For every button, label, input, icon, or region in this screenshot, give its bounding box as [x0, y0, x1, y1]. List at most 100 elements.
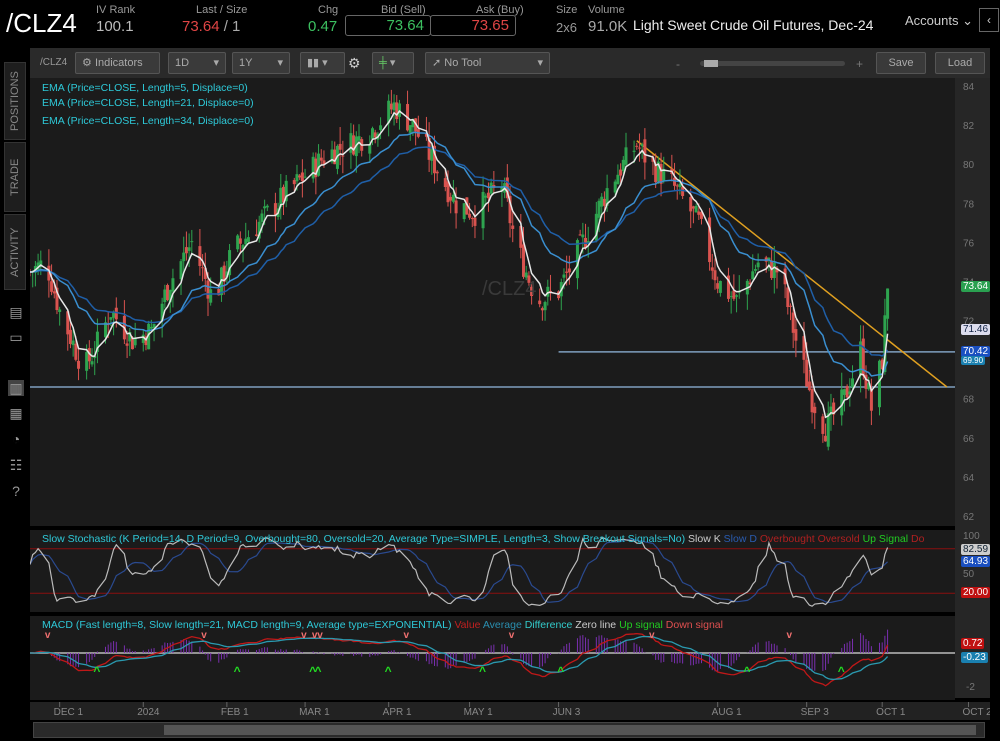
collapse-panel-button[interactable]: ‹ — [979, 8, 999, 32]
candle-body — [184, 247, 188, 254]
candle-body — [691, 206, 695, 209]
zoom-in-button[interactable]: + — [856, 57, 863, 71]
gear-icon[interactable]: ⚙ — [348, 55, 361, 72]
candle-body — [753, 269, 757, 271]
candle-body — [791, 312, 795, 333]
candle-body — [616, 174, 620, 185]
zoom-out-button[interactable]: - — [676, 57, 680, 71]
candle-body — [810, 389, 814, 413]
up-signal-arrow: ^ — [234, 664, 241, 678]
candle-body — [716, 283, 720, 289]
charts-icon[interactable]: ▥ — [8, 380, 24, 396]
candle-body — [462, 203, 466, 220]
candle-body — [379, 125, 383, 131]
macd-study-label[interactable]: MACD (Fast length=8, Slow length=21, MAC… — [42, 619, 723, 631]
candle-body — [624, 147, 628, 165]
date-axis-label: MAR 1 — [299, 707, 330, 718]
tab-positions[interactable]: POSITIONS — [4, 62, 26, 140]
chevron-down-icon: ▾ — [213, 57, 219, 69]
crosshair-icon: ╪ — [379, 57, 387, 69]
candle-body — [187, 247, 191, 251]
candle-body — [443, 178, 447, 188]
candle-body — [578, 234, 582, 236]
help-icon[interactable]: ? — [8, 483, 24, 499]
candle-body — [597, 200, 601, 218]
ask-button[interactable]: 73.65 — [430, 15, 516, 36]
period-select[interactable]: 1Y ▾ — [232, 52, 290, 74]
price-chart[interactable]: 848280787674727068666462DEC 12024FEB 1MA… — [30, 78, 990, 738]
ema21-study-label[interactable]: EMA (Price=CLOSE, Length=21, Displace=0) — [42, 97, 254, 109]
price-axis-tick: 66 — [963, 434, 975, 445]
candle-body — [654, 163, 658, 183]
candle-body — [236, 235, 240, 250]
candle-body — [710, 267, 714, 271]
candle-body — [602, 198, 606, 206]
tab-activity[interactable]: ACTIVITY — [4, 214, 26, 290]
stochastic-study-label[interactable]: Slow Stochastic (K Period=14, D Period=9… — [42, 533, 924, 545]
zoom-slider[interactable] — [700, 60, 845, 67]
candle-body — [166, 285, 170, 301]
save-button[interactable]: Save — [876, 52, 926, 74]
price-axis-tick: 78 — [963, 199, 975, 210]
horizontal-scrollbar[interactable] — [33, 722, 985, 738]
candle-body — [511, 225, 515, 229]
tab-trade[interactable]: TRADE — [4, 142, 26, 212]
flask-icon: ⚙ — [82, 57, 92, 69]
stoch-k-tag: 82.59 — [961, 544, 991, 555]
scrollbar-thumb[interactable] — [164, 725, 976, 735]
grid-icon[interactable]: ▦ — [8, 405, 24, 421]
candle-body — [562, 274, 566, 278]
candle-body — [675, 185, 679, 187]
iv-rank-value: 100.1 — [96, 18, 134, 35]
drawing-style-select[interactable]: ╪ ▾ — [372, 52, 414, 74]
date-axis-label: SEP 3 — [801, 707, 830, 718]
legend-value: Value — [454, 619, 481, 631]
gauge-icon[interactable]: ◔ — [8, 431, 24, 447]
legend-up-signal: Up signal — [619, 619, 663, 631]
up-signal-arrow: ^ — [557, 664, 564, 678]
up-signal-arrow: ^ — [838, 664, 845, 678]
candle-body — [732, 290, 736, 299]
candle-body — [149, 326, 153, 329]
candle-body — [643, 139, 647, 163]
ema5-study-label[interactable]: EMA (Price=CLOSE, Length=5, Displace=0) — [42, 82, 248, 94]
candle-body — [473, 217, 477, 226]
notes-icon[interactable]: ▤ — [8, 304, 24, 320]
candle-body — [794, 329, 798, 341]
tv-icon[interactable]: ▭ — [8, 329, 24, 345]
legend-oversold: Oversold — [817, 533, 860, 545]
candle-body — [449, 196, 453, 201]
candle-body — [729, 296, 733, 298]
zoom-slider-handle[interactable] — [704, 60, 718, 67]
macd-params: MACD (Fast length=8, Slow length=21, MAC… — [42, 619, 452, 631]
candle-body — [613, 181, 617, 193]
toolbar-symbol[interactable]: /CLZ4 — [40, 57, 67, 68]
accounts-dropdown[interactable]: Accounts ⌄ — [905, 13, 973, 29]
indicators-button[interactable]: ⚙ Indicators — [75, 52, 160, 74]
date-axis-label: JUN 3 — [553, 707, 581, 718]
candle-body — [673, 177, 677, 186]
candle-body — [600, 196, 604, 207]
instrument-description: Light Sweet Crude Oil Futures, Dec-24 — [633, 17, 874, 33]
up-signal-arrow: ^ — [315, 664, 322, 678]
candle-body — [58, 309, 62, 313]
bid-button[interactable]: 73.64 — [345, 15, 431, 36]
chevron-down-icon: ▾ — [277, 57, 283, 69]
candle-body — [484, 195, 488, 198]
down-signal-arrow: v — [301, 630, 307, 641]
chart-type-select[interactable]: ▮▮ ▾ — [300, 52, 345, 74]
candle-body — [451, 194, 455, 202]
chevron-down-icon: ▾ — [537, 57, 543, 69]
chevron-down-icon: ▾ — [322, 57, 328, 69]
load-button[interactable]: Load — [935, 52, 985, 74]
people-icon[interactable]: ☷ — [8, 457, 24, 473]
stoch-axis-100: 100 — [963, 531, 980, 542]
candle-body — [209, 289, 213, 303]
date-axis-label: 2024 — [137, 707, 160, 718]
last-price: 73.64 — [182, 18, 220, 35]
up-signal-arrow: ^ — [479, 664, 486, 678]
drawing-tool-select[interactable]: ➚ No Tool ▾ — [425, 52, 550, 74]
candle-body — [621, 159, 625, 172]
aggregation-select[interactable]: 1D ▾ — [168, 52, 226, 74]
ema34-study-label[interactable]: EMA (Price=CLOSE, Length=34, Displace=0) — [42, 115, 254, 127]
